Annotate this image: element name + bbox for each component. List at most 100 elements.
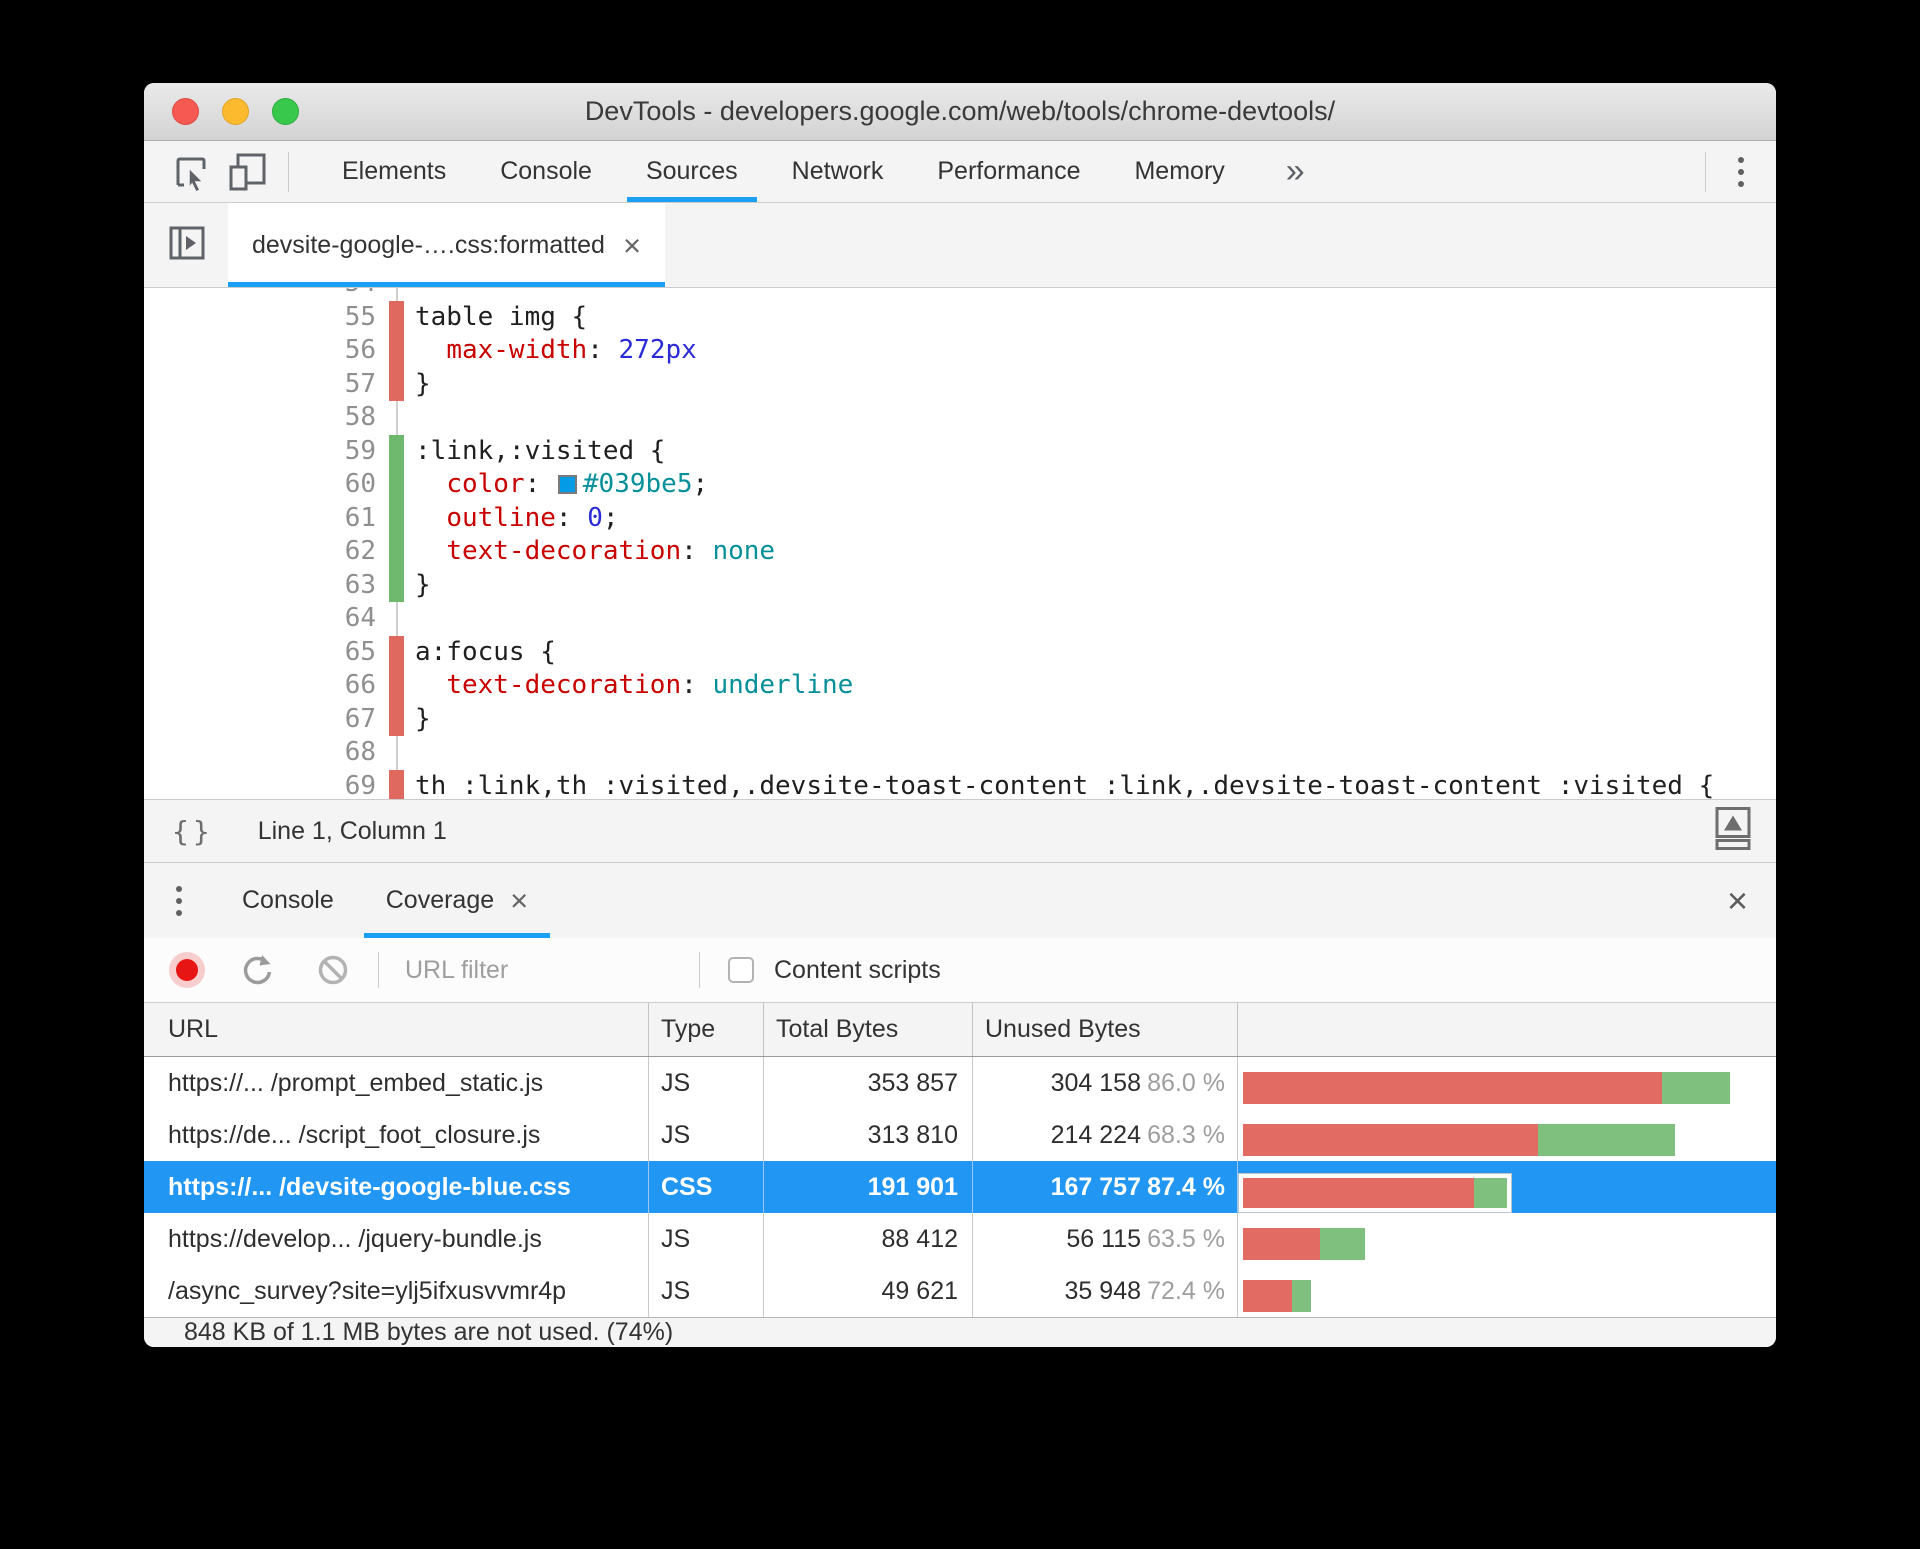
row-unused-percent: 72.4 % [1147,1276,1225,1305]
row-unused-bytes: 214 224 68.3 % [973,1109,1238,1161]
row-usage-bar-cell [1238,1265,1776,1317]
row-unused-percent: 87.4 % [1147,1172,1225,1201]
zoom-window-button[interactable] [272,98,299,125]
row-usage-bar-cell [1238,1109,1776,1161]
url-filter-input[interactable] [405,955,697,985]
usage-bar [1243,1177,1507,1208]
coverage-table-header: URL Type Total Bytes Unused Bytes [144,1003,1776,1057]
column-header-total-bytes[interactable]: Total Bytes [764,1003,973,1056]
minimize-window-button[interactable] [222,98,249,125]
coverage-row[interactable]: https://... /devsite-google-blue.css CSS 1… [144,1161,1776,1213]
code-text: :link,:visited { [415,435,666,466]
coverage-gutter-red [389,669,404,703]
inspect-element-icon[interactable] [170,151,212,193]
coverage-row[interactable]: https://de... /script_foot_closure.js JS 3… [144,1109,1776,1161]
reload-icon[interactable] [240,953,274,987]
show-navigator-icon[interactable] [168,224,206,267]
line-number: 67 [344,703,376,734]
drawer-tab-strip: Console Coverage × × [144,863,1776,938]
code-text: text-decoration: none [446,536,776,566]
used-bar-segment [1292,1280,1311,1312]
clear-icon[interactable] [316,953,350,987]
coverage-gutter-green [389,434,404,468]
tab-performance[interactable]: Performance [910,141,1107,202]
drawer-tab-coverage[interactable]: Coverage × [360,863,555,938]
code-text: th :link,th :visited,.devsite-toast-cont… [415,770,1715,800]
code-line-65: 65 a:focus { [144,635,1776,669]
window-title: DevTools - developers.google.com/web/too… [584,96,1336,126]
row-type: JS [649,1213,764,1265]
cursor-position: Line 1, Column 1 [257,816,447,845]
coverage-gutter-green [389,568,404,602]
devtools-menu-icon[interactable] [1738,156,1744,187]
tab-memory[interactable]: Memory [1107,141,1251,202]
row-url: /async_survey?site=ylj5ifxusvvmr4p [144,1265,649,1317]
tab-elements[interactable]: Elements [315,141,473,202]
row-unused-percent: 68.3 % [1147,1120,1225,1149]
code-lines: 5455table img {56 max-width: 272px57}585… [144,288,1776,799]
coverage-row[interactable]: https://... /prompt_embed_static.js JS 353… [144,1057,1776,1109]
code-line-67: 67} [144,702,1776,736]
record-coverage-button[interactable] [176,959,198,981]
used-bar-segment [1473,1177,1507,1208]
devtools-window: DevTools - developers.google.com/web/too… [144,83,1776,1347]
toolbar-separator [1705,151,1706,192]
coverage-toolbar: Content scripts [144,938,1776,1003]
usage-bar [1243,1124,1675,1156]
drawer-menu-icon[interactable] [176,885,182,916]
device-toolbar-icon[interactable] [226,151,270,193]
usage-bar [1243,1228,1365,1260]
coverage-gutter-red [389,702,404,736]
row-unused-bytes: 304 158 86.0 % [973,1057,1238,1109]
column-header-bars [1238,1003,1776,1056]
used-bar-segment [1320,1228,1365,1260]
close-drawer-icon[interactable]: × [1727,882,1748,919]
tab-console[interactable]: Console [473,141,619,202]
row-type: JS [649,1109,764,1161]
code-line-68: 68 [144,736,1776,770]
color-swatch-icon[interactable] [557,475,577,494]
close-coverage-tab-icon[interactable]: × [510,885,528,916]
pretty-print-icon[interactable]: {} [172,815,214,848]
coverage-row[interactable]: https://develop... /jquery-bundle.js JS 88… [144,1213,1776,1265]
tab-sources[interactable]: Sources [619,141,765,202]
more-tabs-icon[interactable]: » [1286,152,1305,191]
column-header-unused-bytes[interactable]: Unused Bytes [973,1003,1238,1056]
line-number: 68 [344,737,376,767]
code-line-63: 63} [144,568,1776,602]
row-usage-bar-cell [1238,1213,1776,1265]
coverage-tab-label: Coverage [385,886,495,914]
coverage-row[interactable]: /async_survey?site=ylj5ifxusvvmr4p JS 49 6… [144,1265,1776,1317]
used-bar-segment [1661,1072,1730,1104]
code-line-60: 60 color: #039be5; [144,468,1776,502]
code-text: text-decoration: underline [446,670,854,700]
code-line-59: 59:link,:visited { [144,434,1776,468]
line-number: 65 [344,636,376,667]
line-number: 55 [344,301,376,332]
console-tab-label: Console [242,886,334,914]
line-number: 62 [344,536,376,566]
row-total-bytes: 49 621 [764,1265,973,1317]
traffic-lights [172,83,299,140]
code-line-69: 69 th :link,th :visited,.devsite-toast-co… [144,769,1776,800]
coverage-gutter-red [389,334,404,368]
tab-network[interactable]: Network [765,141,911,202]
close-file-tab-icon[interactable]: × [623,230,641,261]
code-text: outline: 0; [446,502,619,533]
code-line-64: 64 [144,602,1776,636]
line-number: 57 [344,368,376,399]
close-window-button[interactable] [172,98,199,125]
row-unused-bytes: 56 115 63.5 % [973,1213,1238,1265]
column-header-url[interactable]: URL [144,1003,649,1056]
code-line-61: 61 outline: 0; [144,501,1776,535]
title-bar: DevTools - developers.google.com/web/too… [144,83,1776,141]
column-header-type[interactable]: Type [649,1003,764,1056]
source-editor[interactable]: 5455table img {56 max-width: 272px57}585… [144,288,1776,799]
line-number: 60 [344,469,376,499]
code-text: } [415,368,431,399]
expand-drawer-icon[interactable] [1714,805,1752,858]
coverage-gutter-green [389,535,404,569]
drawer-tab-console[interactable]: Console [216,863,360,938]
file-tab-css-formatted[interactable]: devsite-google-….css:formatted × [228,203,666,287]
content-scripts-checkbox[interactable] [728,957,754,983]
